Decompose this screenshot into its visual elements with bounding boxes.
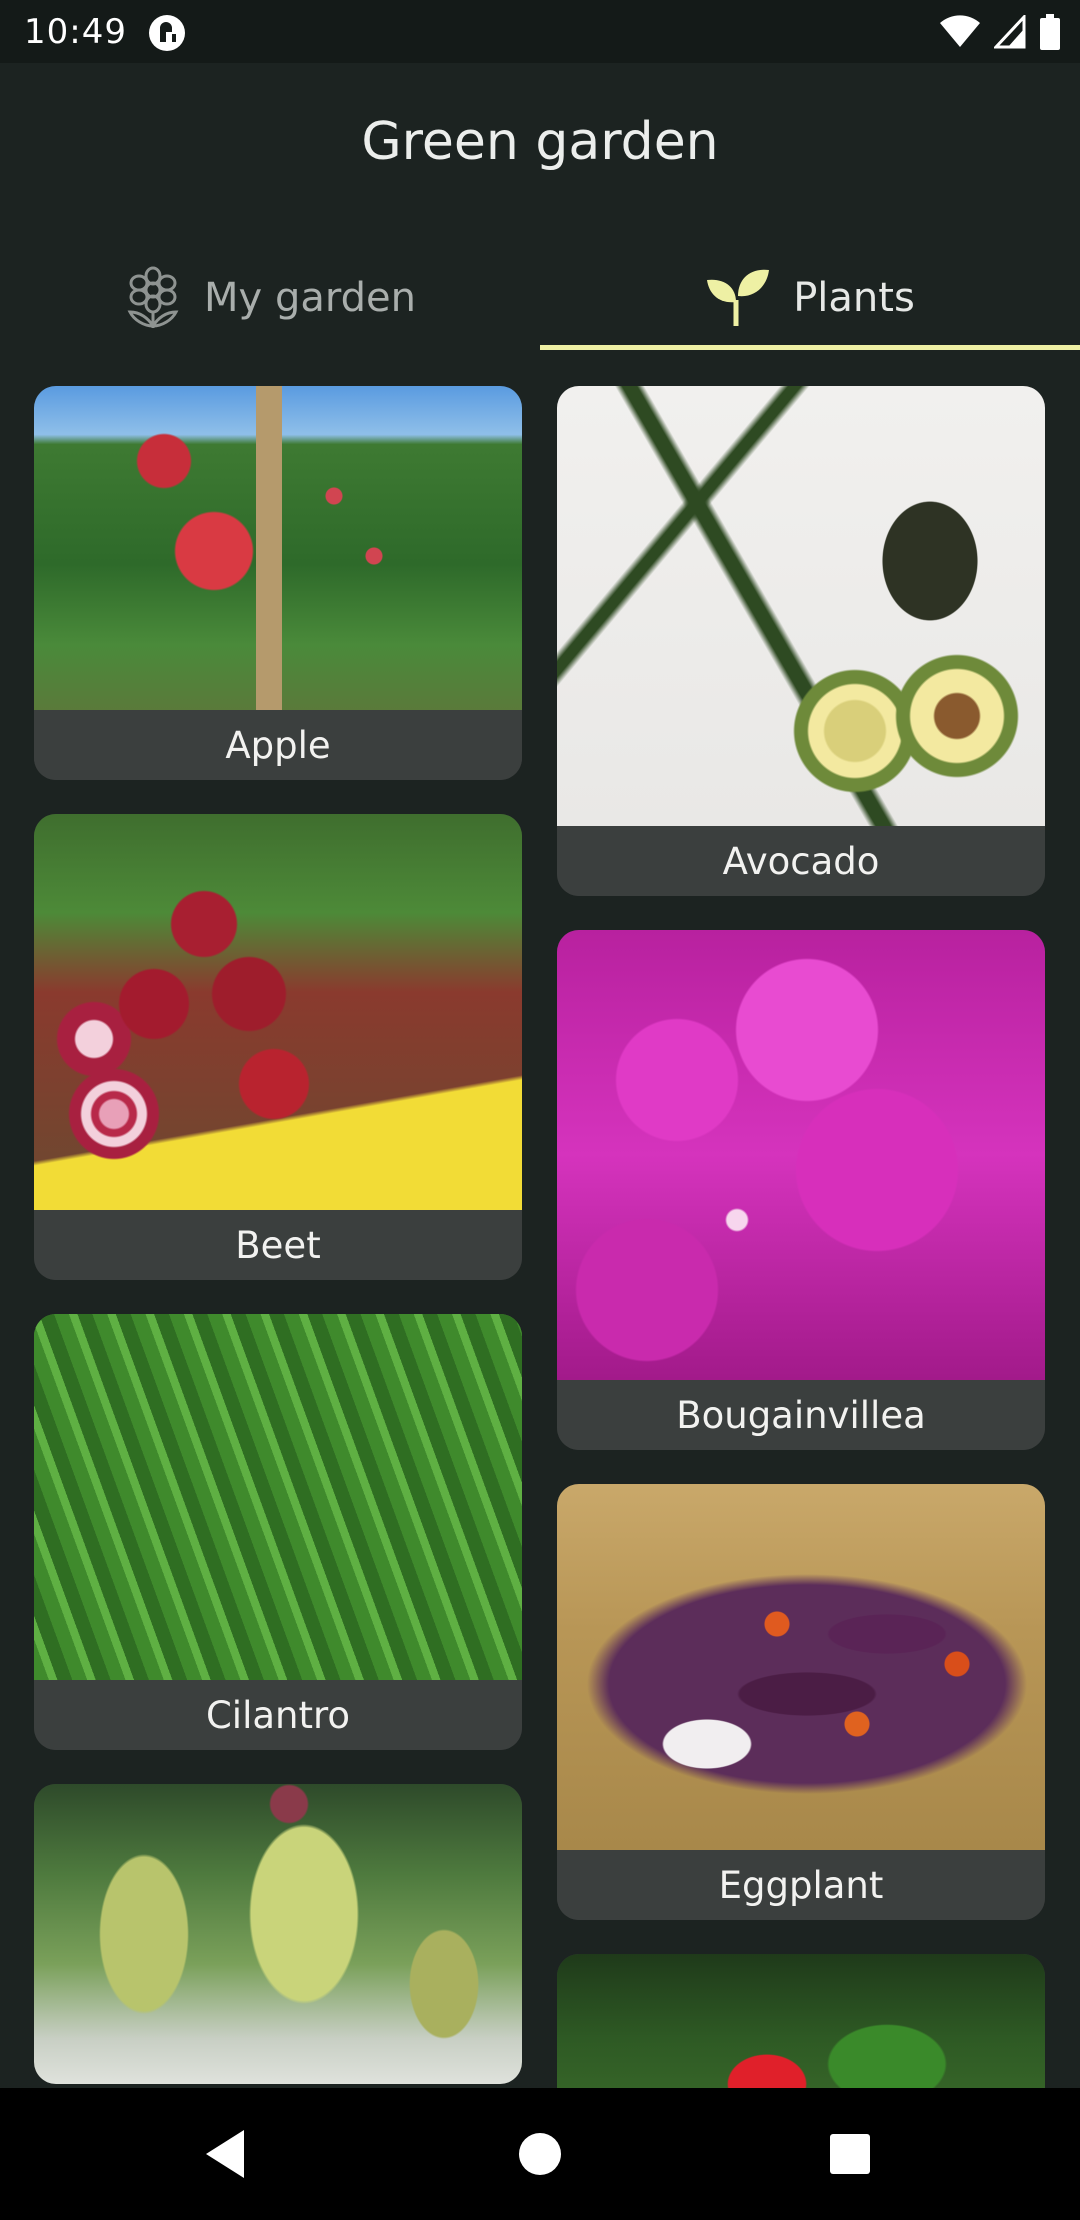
plant-card-apple[interactable]: Apple: [34, 386, 522, 780]
tab-label: My garden: [204, 274, 416, 321]
plant-image-hibiscus: [557, 1954, 1045, 2088]
plant-name: Avocado: [557, 826, 1045, 896]
plant-card-eggplant[interactable]: Eggplant: [557, 1484, 1045, 1920]
plant-card-beet[interactable]: Beet: [34, 814, 522, 1280]
plant-name: Cilantro: [34, 1680, 522, 1750]
plant-image-grape: [34, 1784, 522, 2084]
sprout-icon: [707, 269, 770, 326]
status-icons: [940, 14, 1060, 50]
plant-image-beet: [34, 814, 522, 1210]
cellular-signal-icon: [994, 15, 1026, 49]
app-notification-icon: [149, 15, 185, 51]
plant-card-avocado[interactable]: Avocado: [557, 386, 1045, 896]
plant-name: Apple: [34, 710, 522, 780]
battery-icon: [1040, 14, 1060, 50]
page-title: Green garden: [361, 112, 719, 172]
home-icon[interactable]: [510, 2124, 570, 2184]
plant-column-right: Avocado Bougainvillea Eggplant: [557, 386, 1045, 2088]
plant-card-hibiscus[interactable]: [557, 1954, 1045, 2088]
wifi-icon: [940, 15, 980, 47]
tab-plants[interactable]: Plants: [540, 245, 1080, 350]
system-nav-bar: [0, 2088, 1080, 2220]
plant-grid: Apple Beet Cilantro Avocado Bougainville…: [0, 350, 1080, 2088]
plant-image-cilantro: [34, 1314, 522, 1680]
plant-image-bougainvillea: [557, 930, 1045, 1380]
plant-image-apple: [34, 386, 522, 710]
plant-name: Bougainvillea: [557, 1380, 1045, 1450]
plant-card-cilantro[interactable]: Cilantro: [34, 1314, 522, 1750]
tab-label: Plants: [793, 274, 915, 321]
plant-card-grape[interactable]: [34, 1784, 522, 2084]
plant-name: Beet: [34, 1210, 522, 1280]
plant-column-left: Apple Beet Cilantro: [34, 386, 522, 2088]
plant-image-eggplant: [557, 1484, 1045, 1850]
flower-icon: [127, 266, 179, 328]
tab-bar: My garden Plants: [0, 245, 1080, 350]
plant-image-avocado: [557, 386, 1045, 826]
status-bar: 10:49: [0, 0, 1080, 63]
plant-name: Eggplant: [557, 1850, 1045, 1920]
back-icon[interactable]: [196, 2124, 256, 2184]
tab-my-garden[interactable]: My garden: [0, 245, 540, 350]
plant-card-bougainvillea[interactable]: Bougainvillea: [557, 930, 1045, 1450]
recents-icon[interactable]: [820, 2124, 880, 2184]
status-time: 10:49: [24, 12, 127, 52]
